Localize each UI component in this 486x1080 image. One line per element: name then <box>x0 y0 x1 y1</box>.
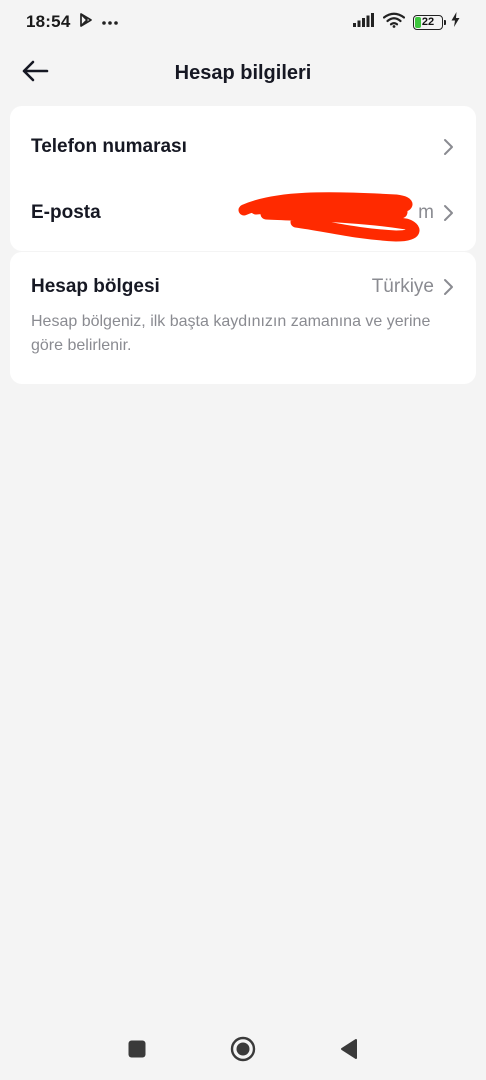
wifi-icon <box>382 12 406 33</box>
chevron-right-icon <box>442 138 456 156</box>
email-value: m <box>418 202 434 223</box>
status-time: 18:54 <box>26 12 71 31</box>
home-circle-icon <box>230 1036 256 1067</box>
account-region-value: Türkiye <box>371 276 434 297</box>
chevron-right-icon <box>442 204 456 222</box>
recent-apps-square-icon <box>127 1039 147 1064</box>
system-back-button[interactable] <box>334 1038 364 1064</box>
account-region-description: Hesap bölgeniz, ilk başta kaydınızın zam… <box>31 313 431 354</box>
region-card: Hesap bölgesi Türkiye Hesap bölgeniz, il… <box>10 252 476 384</box>
email-label: E-posta <box>31 202 101 223</box>
phone-number-label: Telefon numarası <box>31 136 187 157</box>
status-right: 22 <box>353 12 460 33</box>
header: Hesap bilgileri <box>0 44 486 102</box>
back-button[interactable] <box>18 58 52 88</box>
email-row[interactable]: E-posta m <box>10 180 476 246</box>
more-dots-icon <box>102 13 119 31</box>
recent-apps-button[interactable] <box>122 1038 152 1064</box>
phone-number-row[interactable]: Telefon numarası <box>10 114 476 180</box>
account-card: Telefon numarası E-posta m <box>10 106 476 251</box>
play-store-icon <box>78 12 94 33</box>
back-triangle-icon <box>339 1038 359 1065</box>
account-region-label: Hesap bölgesi <box>31 276 160 297</box>
charging-icon <box>451 12 460 32</box>
status-bar: 18:54 22 <box>0 0 486 44</box>
signal-icon <box>353 12 375 32</box>
home-button[interactable] <box>228 1036 258 1067</box>
page-title: Hesap bilgileri <box>174 61 312 84</box>
battery-fill <box>415 16 422 28</box>
arrow-left-icon <box>21 60 49 87</box>
status-left: 18:54 <box>26 12 119 33</box>
battery-icon: 22 <box>413 14 446 30</box>
battery-level: 22 <box>421 16 435 28</box>
chevron-right-icon <box>442 278 456 296</box>
